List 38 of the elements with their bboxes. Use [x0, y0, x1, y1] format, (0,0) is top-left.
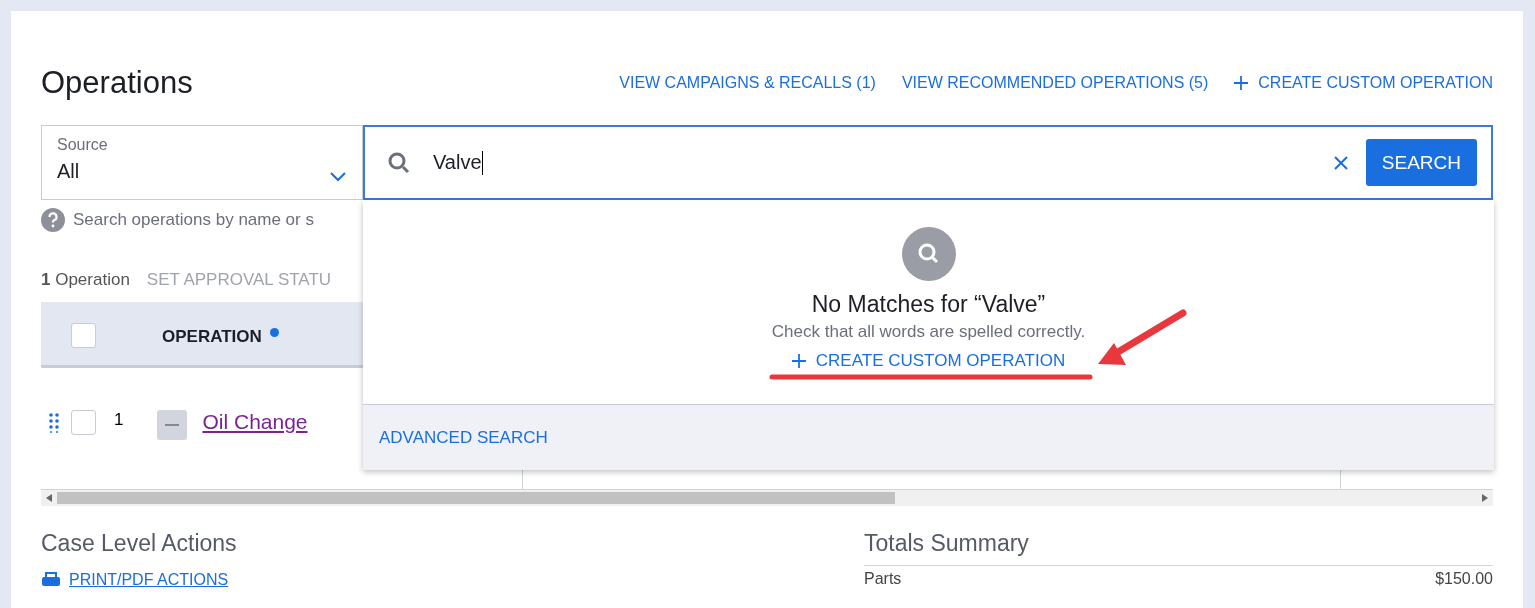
column-header: OPERATION — [162, 327, 262, 347]
collapse-button[interactable] — [157, 410, 188, 440]
header-link[interactable]: VIEW CAMPAIGNS & RECALLS (1) — [619, 74, 876, 92]
total-value: $150.00 — [1435, 570, 1493, 588]
create-custom-operation-link[interactable]: CREATE CUSTOM OPERATION — [791, 351, 1066, 371]
print-pdf-link[interactable]: PRINT/PDF ACTIONS — [41, 571, 864, 589]
select-all-checkbox[interactable] — [71, 323, 96, 348]
advanced-search-link[interactable]: ADVANCED SEARCH — [379, 427, 548, 448]
drag-handle-icon[interactable] — [49, 413, 59, 433]
indicator-dot — [269, 328, 279, 337]
header-link[interactable]: VIEW RECOMMENDED OPERATIONS (5) — [901, 74, 1209, 92]
search-field[interactable]: Valve SEARCH — [363, 125, 1493, 200]
plus-icon — [1234, 76, 1249, 90]
hint-text: Search operations by name or s — [73, 210, 314, 230]
plus-icon — [791, 354, 806, 368]
scroll-right-icon[interactable] — [1482, 494, 1488, 502]
scroll-left-icon[interactable] — [46, 494, 52, 502]
operation-count: 1 Operation — [41, 270, 130, 290]
no-matches-title: No Matches for “Valve” — [811, 291, 1046, 318]
source-dropdown[interactable]: Source All — [41, 125, 363, 200]
operation-link[interactable]: Oil Change — [202, 410, 308, 434]
set-approval-status-link[interactable]: SET APPROVAL STATU — [146, 270, 332, 290]
header-link[interactable]: CREATE CUSTOM OPERATION — [1234, 74, 1493, 92]
printer-icon — [41, 572, 61, 588]
help-icon — [41, 208, 65, 232]
row-checkbox[interactable] — [71, 410, 96, 435]
section-title: Case Level Actions — [41, 530, 238, 557]
search-icon — [387, 150, 411, 175]
search-button[interactable]: SEARCH — [1365, 139, 1477, 186]
page-title: Operations — [41, 65, 193, 101]
search-icon — [901, 227, 956, 281]
no-matches-message: Check that all words are spelled correctly. — [771, 322, 1086, 342]
section-title: Totals Summary — [864, 530, 1493, 566]
total-label: Parts — [864, 570, 902, 588]
horizontal-scrollbar[interactable] — [41, 490, 1493, 506]
row-number: 1 — [114, 410, 124, 430]
clear-icon[interactable] — [1333, 155, 1348, 170]
chevron-down-icon — [330, 172, 346, 182]
